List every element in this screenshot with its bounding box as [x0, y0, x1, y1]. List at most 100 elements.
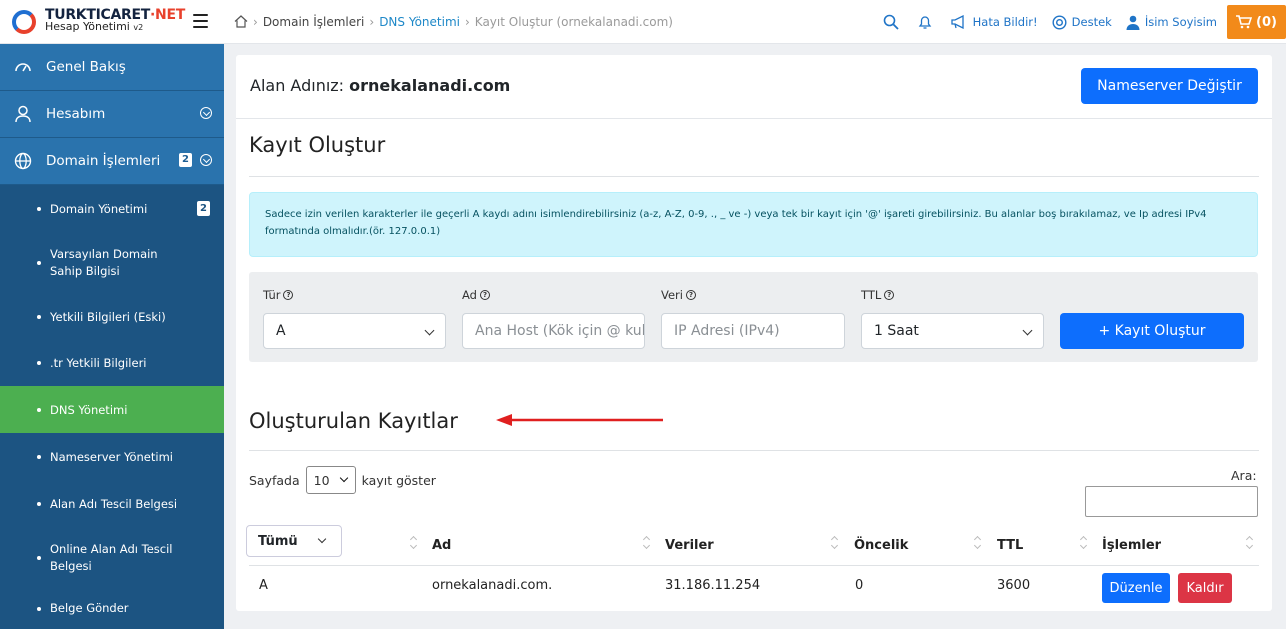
sidebar-sub-label: Alan Adı Tescil Belgesi: [50, 496, 178, 511]
search-icon: [883, 14, 899, 30]
search-button[interactable]: [883, 14, 904, 30]
top-bar: TURKTICARET·NET Hesap Yönetimi v2 › Doma…: [0, 0, 1286, 44]
domain-name: ornekalanadi.com: [349, 76, 511, 95]
column-header-name[interactable]: Ad: [432, 525, 451, 565]
divider: [249, 565, 1259, 566]
divider: [249, 450, 1259, 451]
sidebar-item-domain[interactable]: Domain İşlemleri 2: [0, 138, 224, 185]
domain-label: Alan Adınız:: [250, 76, 345, 95]
help-icon[interactable]: ?: [283, 290, 294, 300]
megaphone-icon: [950, 15, 964, 29]
sidebar-sub-label: Varsayılan Domain Sahip Bilgisi: [50, 247, 158, 278]
sidebar-item-label: Domain İşlemleri: [46, 153, 161, 169]
breadcrumb-current: Kayıt Oluştur (ornekalanadi.com): [474, 14, 673, 29]
sidebar-sub-send-document[interactable]: Belge Gönder: [0, 589, 224, 629]
sort-icon[interactable]: [643, 536, 651, 550]
user-name: İsim Soyisim: [1144, 15, 1217, 29]
help-icon[interactable]: ?: [884, 290, 895, 300]
logo-version: v2: [133, 23, 144, 32]
page-length-control: Sayfada 10 kayıt göster: [249, 466, 436, 494]
column-header-actions[interactable]: İşlemler: [1102, 525, 1161, 565]
user-menu[interactable]: İsim Soyisim: [1126, 15, 1217, 30]
domain-heading: Alan Adınız: ornekalanadi.com: [250, 76, 510, 95]
sidebar-sub-registration-cert[interactable]: Alan Adı Tescil Belgesi: [0, 480, 224, 527]
menu-icon[interactable]: [193, 13, 208, 28]
change-nameserver-button[interactable]: Nameserver Değiştir: [1081, 68, 1258, 104]
divider: [249, 176, 1259, 177]
row-type: A: [259, 578, 268, 593]
type-filter-select[interactable]: Tümü: [246, 525, 342, 557]
create-record-title: Kayıt Oluştur: [249, 133, 386, 157]
report-issue-link[interactable]: Hata Bildir!: [950, 15, 1038, 29]
count-badge: 2: [197, 200, 210, 216]
sidebar-sub-dns[interactable]: DNS Yönetimi: [0, 386, 224, 433]
column-header-ttl[interactable]: TTL: [997, 525, 1023, 565]
sort-icon[interactable]: [974, 536, 982, 550]
search-input[interactable]: [1085, 486, 1258, 517]
ttl-label: TTL?: [861, 288, 895, 302]
row-name: ornekalanadi.com.: [432, 578, 553, 593]
sidebar-item-account[interactable]: Hesabım: [0, 91, 224, 138]
sidebar-sub-nameserver[interactable]: Nameserver Yönetimi: [0, 433, 224, 480]
expand-icon: [200, 107, 212, 119]
info-alert: Sadece izin verilen karakterler ile geçe…: [249, 192, 1258, 257]
main-panel: Alan Adınız: ornekalanadi.com Nameserver…: [236, 55, 1272, 611]
logo[interactable]: TURKTICARET·NET Hesap Yönetimi v2: [0, 0, 224, 44]
delete-button[interactable]: Kaldır: [1178, 573, 1232, 603]
edit-button[interactable]: Düzenle: [1102, 573, 1170, 603]
sidebar-sub-default-owner[interactable]: Varsayılan Domain Sahip Bilgisi: [0, 232, 224, 294]
create-record-form: Tür? A Ad? Ana Host (Kök için @ kullanın…: [249, 272, 1258, 362]
notifications-button[interactable]: [918, 14, 937, 30]
row-priority: 0: [855, 578, 864, 593]
name-label: Ad?: [462, 288, 490, 302]
per-page-suffix: kayıt göster: [361, 472, 436, 488]
annotation-arrow-icon: [496, 414, 663, 426]
data-input[interactable]: IP Adresi (IPv4): [661, 313, 845, 349]
type-label: Tür?: [263, 288, 294, 302]
create-record-button[interactable]: + Kayıt Oluştur: [1060, 313, 1244, 349]
sidebar-sub-label: Online Alan Adı Tescil Belgesi: [50, 542, 173, 573]
divider: [236, 118, 1272, 119]
support-link[interactable]: Destek: [1052, 14, 1112, 30]
sidebar-sub-online-cert[interactable]: Online Alan Adı Tescil Belgesi: [0, 527, 224, 589]
count-badge: 2: [179, 153, 192, 167]
help-icon[interactable]: ?: [685, 290, 696, 300]
sort-icon[interactable]: [1246, 536, 1254, 550]
logo-brand-net: ·NET: [150, 7, 185, 23]
sort-icon[interactable]: [410, 536, 418, 550]
user-icon: [1126, 15, 1140, 30]
sidebar-sub-domain-management[interactable]: Domain Yönetimi 2: [0, 185, 224, 232]
help-icon[interactable]: ?: [479, 290, 490, 300]
sidebar-sub-authorized-old[interactable]: Yetkili Bilgileri (Eski): [0, 294, 224, 340]
chevron-down-icon: [424, 325, 435, 336]
support-label: Destek: [1071, 15, 1112, 29]
sidebar-sub-tr-authorized[interactable]: .tr Yetkili Bilgileri: [0, 340, 224, 386]
report-issue-label: Hata Bildir!: [972, 15, 1038, 29]
sort-icon[interactable]: [1080, 536, 1088, 550]
dashboard-icon: [15, 63, 31, 72]
ttl-select[interactable]: 1 Saat: [861, 313, 1044, 349]
chevron-down-icon: [339, 473, 348, 483]
sidebar-item-label: Genel Bakış: [46, 59, 126, 75]
column-header-priority[interactable]: Öncelik: [854, 525, 908, 565]
cart-button[interactable]: (0): [1227, 5, 1286, 39]
breadcrumb-dns[interactable]: DNS Yönetimi: [379, 15, 460, 29]
sidebar: Genel Bakış Hesabım Domain İşlemleri 2 D…: [0, 44, 224, 629]
user-icon: [15, 105, 31, 123]
home-icon[interactable]: [234, 15, 248, 28]
globe-icon: [14, 152, 32, 170]
chevron-down-icon: [317, 534, 327, 544]
breadcrumb-domain[interactable]: Domain İşlemleri: [263, 15, 365, 29]
page-length-select[interactable]: 10: [305, 466, 356, 494]
sidebar-sub-label: DNS Yönetimi: [50, 402, 128, 417]
row-data: 31.186.11.254: [665, 578, 761, 593]
sort-icon[interactable]: [831, 536, 839, 550]
name-input[interactable]: Ana Host (Kök için @ kullanın): [462, 313, 645, 349]
column-header-data[interactable]: Veriler: [665, 525, 714, 565]
sidebar-sub-label: Yetkili Bilgileri (Eski): [50, 310, 166, 324]
type-select[interactable]: A: [263, 313, 446, 349]
logo-subtitle: Hesap Yönetimi: [45, 20, 130, 33]
sidebar-item-overview[interactable]: Genel Bakış: [0, 44, 224, 91]
records-title: Oluşturulan Kayıtlar: [249, 409, 458, 433]
chevron-down-icon: [1022, 325, 1033, 336]
